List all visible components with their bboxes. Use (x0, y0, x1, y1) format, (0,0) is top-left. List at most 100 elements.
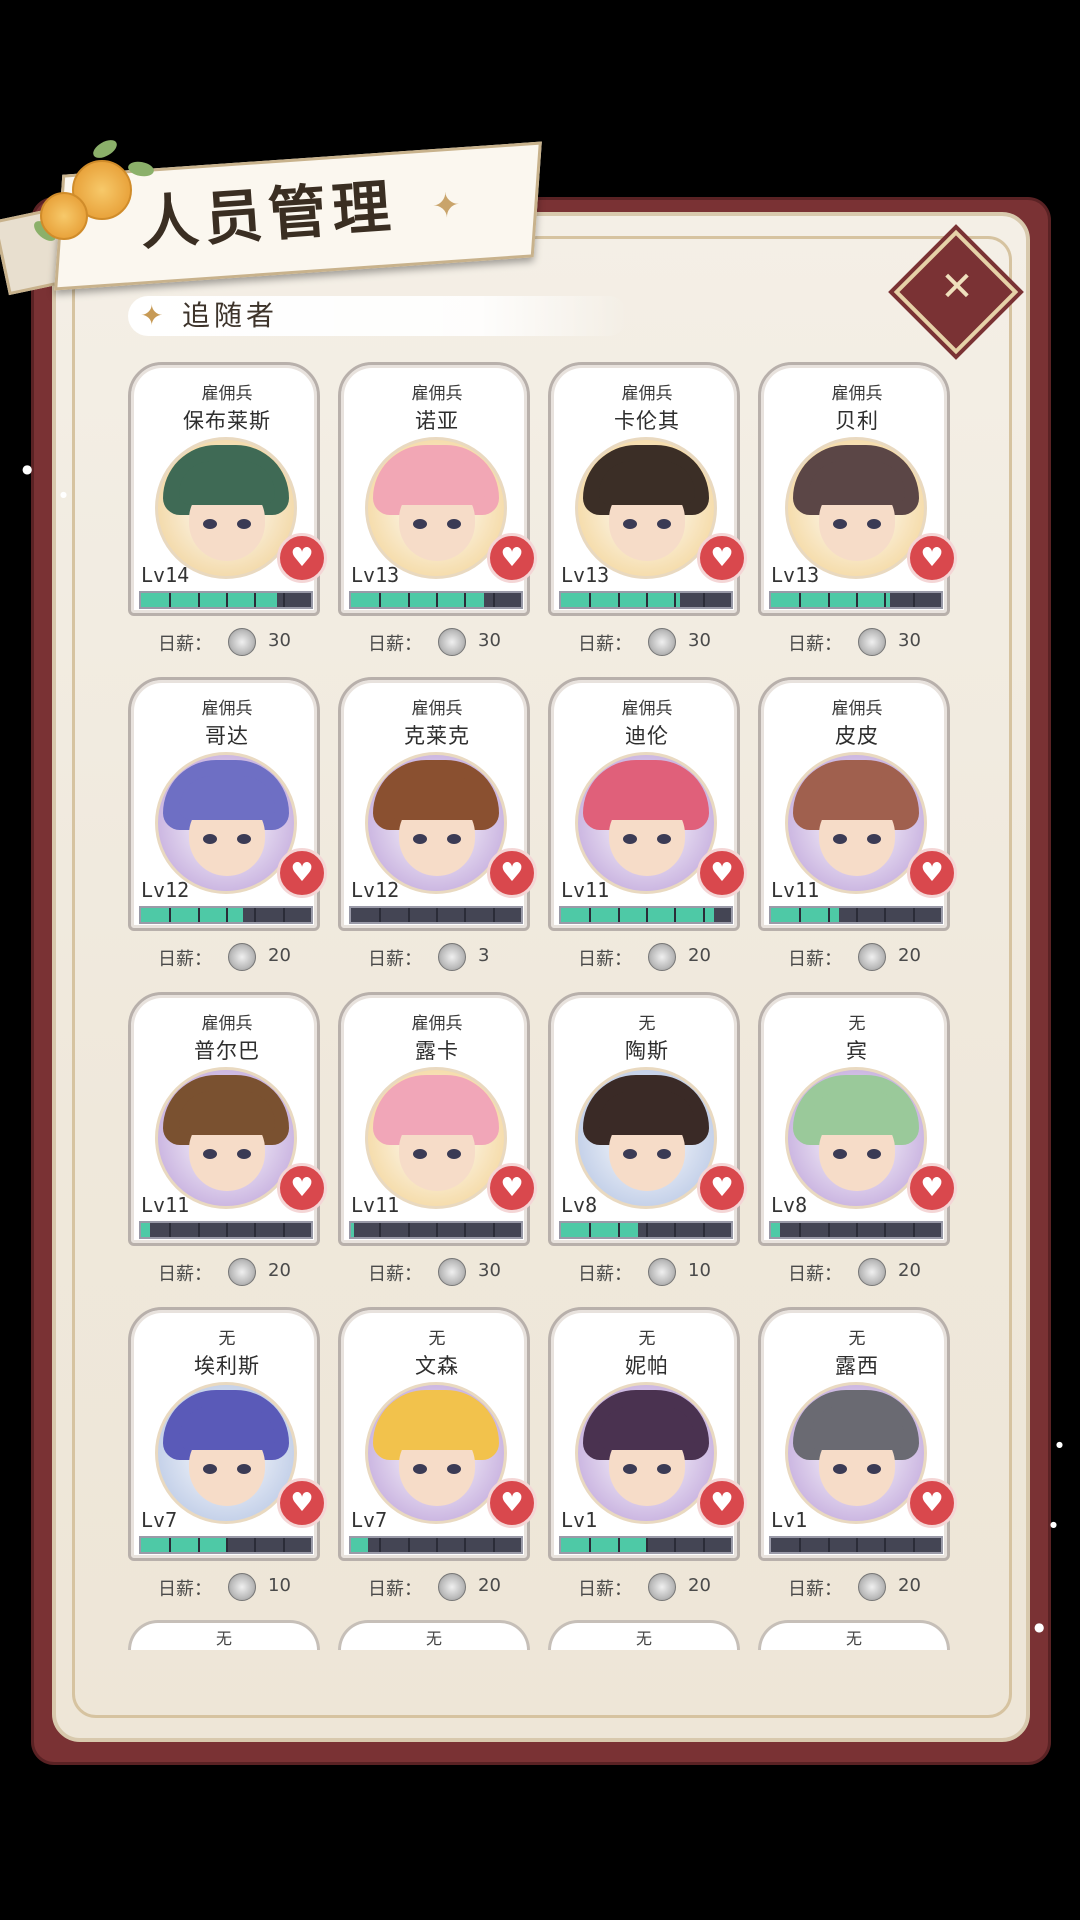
favorite-heart-button[interactable]: ♥ (697, 1163, 747, 1213)
card-frame[interactable]: 无 露西 ♥ Lv1 (758, 1307, 957, 1561)
heart-icon: ♥ (290, 1173, 314, 1203)
follower-level: Lv8 (561, 1193, 598, 1217)
wage-label: 日薪： (578, 634, 632, 655)
portrait-eye (657, 834, 671, 844)
follower-card-partial[interactable]: 无 (128, 1620, 320, 1650)
favorite-heart-button[interactable]: ♥ (487, 1478, 537, 1528)
favorite-heart-button[interactable]: ♥ (277, 848, 327, 898)
favorite-heart-button[interactable]: ♥ (277, 533, 327, 583)
heart-icon: ♥ (290, 1488, 314, 1518)
follower-card-partial[interactable]: 无 (338, 1620, 530, 1650)
favorite-heart-button[interactable]: ♥ (277, 1163, 327, 1213)
favorite-heart-button[interactable]: ♥ (697, 533, 747, 583)
follower-card-partial[interactable]: 无 (758, 1620, 950, 1650)
follower-level: Lv7 (351, 1508, 388, 1532)
follower-name: 露卡 (415, 1039, 459, 1063)
card-frame[interactable]: 无 埃利斯 ♥ Lv7 (128, 1307, 327, 1561)
card-frame[interactable]: 无 妮帕 ♥ Lv1 (548, 1307, 747, 1561)
favorite-heart-button[interactable]: ♥ (487, 1163, 537, 1213)
heart-icon: ♥ (290, 858, 314, 888)
silver-coin-icon (438, 1573, 466, 1601)
card-frame[interactable]: 雇佣兵 露卡 ♥ Lv11 (338, 992, 537, 1246)
follower-name: 克莱克 (404, 724, 470, 748)
card-frame[interactable]: 无 文森 ♥ Lv7 (338, 1307, 537, 1561)
card-frame[interactable]: 雇佣兵 克莱克 ♥ Lv12 (338, 677, 537, 931)
portrait-eye (447, 519, 461, 529)
portrait-eye (623, 519, 637, 529)
card-frame[interactable]: 雇佣兵 卡伦其 ♥ Lv13 (548, 362, 747, 616)
favorite-heart-button[interactable]: ♥ (487, 533, 537, 583)
follower-name: 露西 (835, 1354, 879, 1378)
follower-name: 陶斯 (625, 1039, 669, 1063)
portrait-eye (413, 519, 427, 529)
follower-role: 无 (845, 1629, 862, 1648)
follower-role: 无 (638, 1014, 656, 1034)
favorite-heart-button[interactable]: ♥ (697, 848, 747, 898)
follower-role: 雇佣兵 (201, 1014, 253, 1034)
follower-level: Lv13 (771, 563, 820, 587)
portrait-eye (867, 519, 881, 529)
favorite-heart-button[interactable]: ♥ (907, 1478, 957, 1528)
favorite-heart-button[interactable]: ♥ (277, 1478, 327, 1528)
follower-role: 无 (635, 1629, 652, 1648)
exp-bar-fill (561, 1538, 646, 1552)
card-frame[interactable]: 雇佣兵 皮皮 ♥ Lv11 (758, 677, 957, 931)
wage-label: 日薪： (578, 1579, 632, 1600)
exp-bar-fill (771, 593, 890, 607)
portrait-eye (447, 1464, 461, 1474)
wage-value: 20 (898, 1575, 921, 1596)
follower-level: Lv13 (561, 563, 610, 587)
card-frame[interactable]: 雇佣兵 迪伦 ♥ Lv11 (548, 677, 747, 931)
follower-role: 无 (425, 1629, 442, 1648)
portrait-eye (867, 834, 881, 844)
silver-coin-icon (858, 628, 886, 656)
exp-bar (769, 906, 943, 924)
exp-bar (769, 1536, 943, 1554)
silver-coin-icon (438, 1258, 466, 1286)
card-frame[interactable]: 无 宾 ♥ Lv8 (758, 992, 957, 1246)
daily-wage: 日薪： 30 (548, 628, 740, 656)
card-frame[interactable]: 雇佣兵 哥达 ♥ Lv12 (128, 677, 327, 931)
wage-value: 30 (478, 1260, 501, 1281)
portrait-eye (623, 1464, 637, 1474)
wage-label: 日薪： (368, 634, 422, 655)
favorite-heart-button[interactable]: ♥ (907, 1163, 957, 1213)
wage-value: 20 (478, 1575, 501, 1596)
wage-label: 日薪： (788, 634, 842, 655)
follower-level: Lv7 (141, 1508, 178, 1532)
section-title: 追随者 (182, 299, 279, 332)
follower-card-partial[interactable]: 无 (548, 1620, 740, 1650)
follower-level: Lv12 (141, 878, 190, 902)
daily-wage: 日薪： 30 (338, 628, 530, 656)
favorite-heart-button[interactable]: ♥ (907, 848, 957, 898)
follower-role: 无 (428, 1329, 446, 1349)
follower-name: 普尔巴 (194, 1039, 260, 1063)
card-frame[interactable]: 雇佣兵 贝利 ♥ Lv13 (758, 362, 957, 616)
favorite-heart-button[interactable]: ♥ (697, 1478, 747, 1528)
favorite-heart-button[interactable]: ♥ (907, 533, 957, 583)
portrait-eye (657, 519, 671, 529)
ribbon-star-icon: ✦ (430, 185, 462, 227)
daily-wage: 日薪： 10 (128, 1573, 320, 1601)
wage-value: 3 (478, 945, 490, 966)
silver-coin-icon (228, 943, 256, 971)
card-frame[interactable]: 雇佣兵 普尔巴 ♥ Lv11 (128, 992, 327, 1246)
follower-role: 雇佣兵 (831, 699, 883, 719)
close-icon[interactable]: ✕ (936, 266, 978, 308)
portrait-bangs (389, 776, 485, 820)
card-frame[interactable]: 雇佣兵 保布莱斯 ♥ Lv14 (128, 362, 327, 616)
flower-decoration-icon (30, 136, 172, 252)
wage-value: 20 (898, 1260, 921, 1281)
favorite-heart-button[interactable]: ♥ (487, 848, 537, 898)
card-frame[interactable]: 无 陶斯 ♥ Lv8 (548, 992, 747, 1246)
wage-label: 日薪： (788, 949, 842, 970)
card-frame[interactable]: 雇佣兵 诺亚 ♥ Lv13 (338, 362, 537, 616)
wage-label: 日薪： (158, 634, 212, 655)
heart-icon: ♥ (920, 858, 944, 888)
silver-coin-icon (858, 1258, 886, 1286)
exp-bar (559, 906, 733, 924)
portrait-bangs (809, 1091, 905, 1135)
sparkle-icon: ● (1034, 1620, 1045, 1634)
portrait-bangs (599, 776, 695, 820)
portrait-eye (413, 834, 427, 844)
